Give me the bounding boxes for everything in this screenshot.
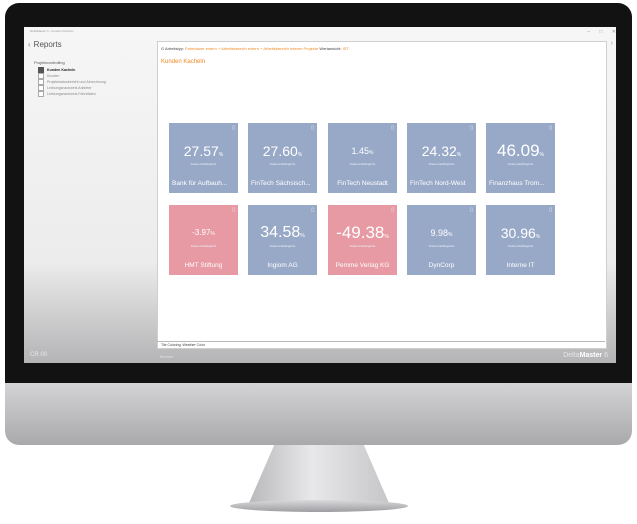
tile-name: HMT Stiftung: [184, 262, 223, 269]
tile-value: -3.97%: [192, 228, 215, 237]
tile-info-icon[interactable]: ▯: [311, 207, 314, 213]
customer-tile[interactable]: ▯ 9.98% Finales Anteil/Ergebnis DynCorp: [407, 205, 476, 275]
tile-info-icon[interactable]: ▯: [391, 207, 394, 213]
tile-value: 30.96%: [500, 225, 541, 241]
tile-value: 46.09%: [497, 141, 544, 160]
minimize-icon[interactable]: –: [587, 29, 590, 35]
tile-info-icon[interactable]: ▯: [311, 125, 314, 131]
tile-info-icon[interactable]: ▯: [549, 125, 552, 131]
sidebar-item-label: Projektstatusbericht und Abrechnung: [47, 80, 106, 84]
tile-caption: Finales Anteil/Ergebnis: [507, 245, 534, 248]
tile-caption: Finales Anteil/Ergebnis: [269, 245, 296, 248]
tile-info-icon[interactable]: ▯: [549, 207, 552, 213]
chevron-left-icon[interactable]: ‹: [28, 40, 31, 49]
breadcrumb-label: Arbeitstyp:: [165, 46, 184, 51]
window-titlebar: DeltaMaster 6 - Kunden Kacheln – □ ✕: [24, 27, 616, 35]
tile-caption: Finales Anteil/Ergebnis: [349, 163, 376, 166]
tile-caption: Finales Anteil/Ergebnis: [190, 245, 217, 248]
screen: DeltaMaster 6 - Kunden Kacheln – □ ✕ ‹ R…: [24, 27, 616, 363]
tile-caption: Finales Anteil/Ergebnis: [428, 245, 455, 248]
customer-tile[interactable]: ▯ 27.60% Finales Anteil/Ergebnis FinTech…: [248, 123, 317, 193]
sidebar-title: Reports: [33, 40, 62, 49]
sidebar-item-label: Leistungsnachweis Fahrtdaten: [47, 92, 96, 96]
tile-caption: Finales Anteil/Ergebnis: [349, 245, 376, 248]
footer-divider: [157, 341, 605, 342]
tile-value: 24.32%: [421, 143, 462, 159]
tile-value: 1.45%: [351, 146, 374, 156]
tile-coloring-label: Tile Coloring: Weather Color: [161, 343, 205, 347]
customer-tile[interactable]: ▯ -49.38% Finales Anteil/Ergebnis Pemme …: [328, 205, 397, 275]
tile-caption: Finales Anteil/Ergebnis: [507, 163, 534, 166]
tile-info-icon[interactable]: ▯: [470, 207, 473, 213]
customer-tile[interactable]: ▯ 46.09% Finales Anteil/Ergebnis Finanzh…: [486, 123, 555, 193]
breadcrumb-path[interactable]: Fahrtdauer extern + Arbeitsbereich exter…: [185, 46, 318, 51]
customer-tile[interactable]: ▯ -3.97% Finales Anteil/Ergebnis HMT Sti…: [169, 205, 238, 275]
mode-indicator[interactable]: Browse: [160, 354, 173, 359]
maximize-icon[interactable]: □: [599, 29, 602, 35]
sidebar-item-label: Leistungsnachweis Anbieter: [47, 86, 92, 90]
status-left: CR 00: [30, 352, 48, 358]
breadcrumb[interactable]: G Arbeitstyp: Fahrtdauer extern + Arbeit…: [161, 46, 349, 51]
tile-name: Ingiom AG: [267, 262, 298, 269]
breadcrumb-view-value[interactable]: IST: [343, 46, 349, 51]
sidebar-header[interactable]: ‹ Reports: [28, 40, 62, 49]
customer-tile[interactable]: ▯ 34.58% Finales Anteil/Ergebnis Ingiom …: [248, 205, 317, 275]
breadcrumb-prefix: G: [161, 46, 165, 51]
report-icon: [38, 91, 44, 97]
tile-name: Finanzhaus Trom...: [489, 180, 545, 187]
monitor-chin: [5, 383, 632, 445]
tile-name: Pemme Verlag KG: [335, 262, 390, 269]
sidebar-item-label: Kunden: [47, 74, 60, 78]
tile-name: Bank für Aufbauh...: [172, 180, 228, 187]
customer-tile[interactable]: ▯ 27.57% Finales Anteil/Ergebnis Bank fü…: [169, 123, 238, 193]
breadcrumb-view-label: Wertansicht:: [319, 46, 342, 51]
tile-name: FinTech Neustadt: [337, 180, 388, 187]
tile-value: -49.38%: [336, 223, 389, 242]
monitor-stand-base: [230, 500, 408, 512]
tile-value: 34.58%: [260, 224, 305, 241]
tile-info-icon[interactable]: ▯: [232, 125, 235, 131]
tile-info-icon[interactable]: ▯: [391, 125, 394, 131]
customer-tile[interactable]: ▯ 30.96% Finales Anteil/Ergebnis Interne…: [486, 205, 555, 275]
tile-value: 9.98%: [430, 228, 453, 238]
sidebar-group-label[interactable]: Projektcontrolling: [34, 60, 65, 65]
tile-info-icon[interactable]: ▯: [470, 125, 473, 131]
customer-tile[interactable]: ▯ 24.32% Finales Anteil/Ergebnis FinTech…: [407, 123, 476, 193]
sidebar-item-label: Kunden Kacheln: [47, 68, 76, 72]
tile-name: FinTech Sächsisch...: [251, 180, 311, 187]
tile-caption: Finales Anteil/Ergebnis: [428, 163, 455, 166]
tile-info-icon[interactable]: ▯: [232, 207, 235, 213]
tile-caption: Finales Anteil/Ergebnis: [269, 163, 296, 166]
sidebar-item-leistungsnachweis-fahrtdaten[interactable]: Leistungsnachweis Fahrtdaten: [38, 91, 106, 97]
customer-tile[interactable]: ▯ 1.45% Finales Anteil/Ergebnis FinTech …: [328, 123, 397, 193]
tile-name: Interne IT: [506, 262, 535, 269]
monitor-stand-neck: [249, 445, 389, 503]
sidebar: ‹ Reports Projektcontrolling Kunden Kach…: [24, 40, 154, 340]
window-controls: – □ ✕: [579, 28, 616, 36]
sidebar-list: Kunden Kacheln Kunden Projektstatusberic…: [38, 67, 106, 97]
close-icon[interactable]: ✕: [612, 29, 616, 35]
tile-value: 27.57%: [183, 143, 224, 159]
page-title: Kunden Kacheln: [161, 59, 206, 65]
chevron-right-icon[interactable]: ›: [611, 40, 613, 47]
tile-value: 27.60%: [262, 143, 303, 159]
tile-name: DynCorp: [428, 262, 455, 269]
report-panel: G Arbeitstyp: Fahrtdauer extern + Arbeit…: [157, 41, 607, 349]
brand-logo: DeltaMaster 6: [563, 352, 608, 359]
window-title: DeltaMaster 6 - Kunden Kacheln: [30, 29, 74, 33]
tile-caption: Finales Anteil/Ergebnis: [190, 163, 217, 166]
tile-name: FinTech Nord-West: [410, 180, 466, 187]
